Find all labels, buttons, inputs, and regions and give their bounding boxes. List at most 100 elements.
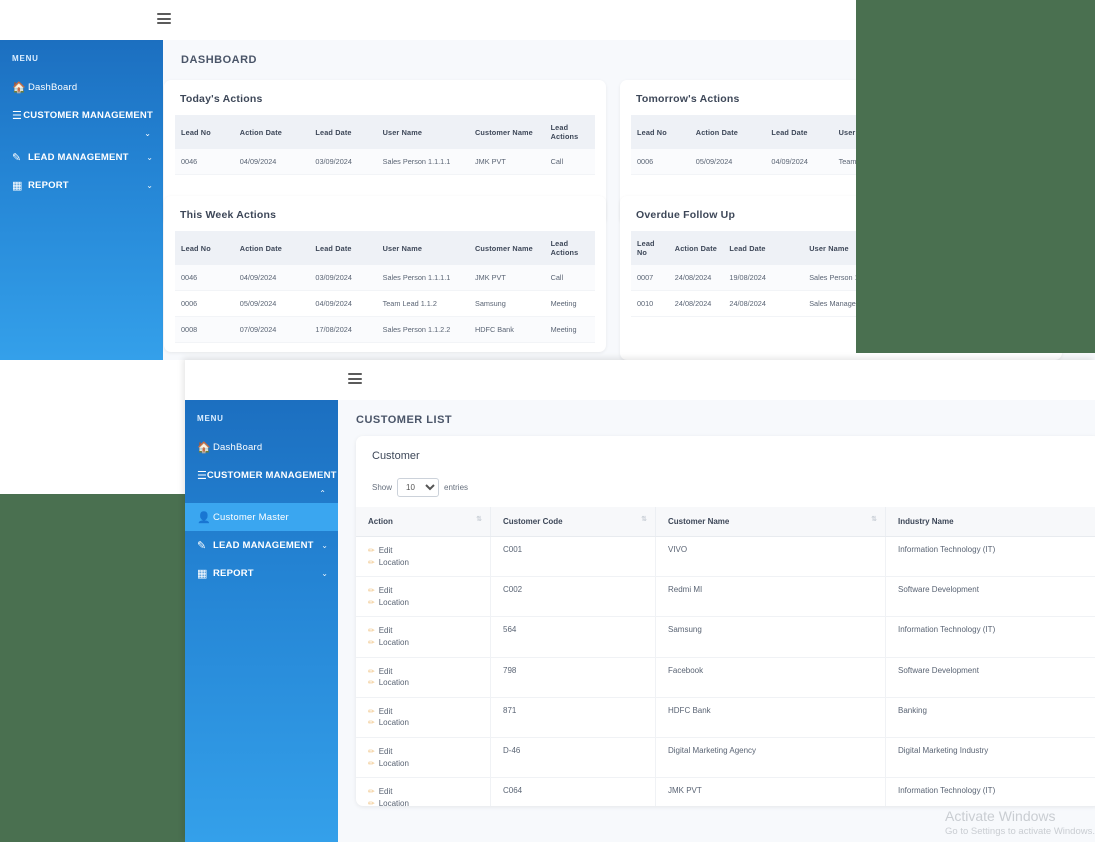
page-size-select[interactable]: 10 25 50 100 — [397, 478, 440, 497]
table-row: 0008 07/09/2024 17/08/2024 Sales Person … — [175, 316, 595, 343]
customer-table: Action ⇅ Customer Code ⇅ Customer Name ⇅ — [356, 507, 1095, 806]
cell-action: ✏ Edit ✏ Location — [356, 737, 491, 779]
cell-action-date: 24/08/2024 — [668, 290, 724, 317]
col-customer-code[interactable]: Customer Code ⇅ — [490, 507, 656, 537]
edit-pencil-icon: ✏ — [368, 746, 375, 756]
location-label: Location — [378, 758, 409, 768]
cell-lead-no: 0007 — [631, 265, 669, 291]
sidebar-menu-caption: MENU — [12, 54, 39, 63]
col-customer-name[interactable]: Customer Name ⇅ — [655, 507, 886, 537]
table-row: ✏ Edit ✏ Location C002 Redmi MI Software Devel… — [356, 576, 1095, 618]
chevron-down-icon: ⌄ — [146, 152, 153, 162]
col-action-date[interactable]: Action Date — [233, 231, 310, 265]
col-lead-date[interactable]: Lead Date — [723, 231, 804, 265]
location-pencil-icon: ✏ — [368, 637, 375, 647]
cell-lead-actions: Call — [544, 149, 595, 175]
card-this-week-actions: This Week Actions Lead No Action Date Le… — [164, 196, 606, 352]
col-lead-actions[interactable]: Lead Actions — [544, 231, 595, 265]
cell-industry-name: Information Technology (IT) — [885, 777, 1095, 806]
edit-square-icon: ✎ — [12, 151, 22, 164]
edit-action[interactable]: ✏ Edit — [368, 585, 478, 597]
sidebar-item-lead-management[interactable]: ✎ LEAD MANAGEMENT ⌄ — [0, 143, 163, 171]
location-pencil-icon: ✏ — [368, 758, 375, 768]
col-action[interactable]: Action ⇅ — [356, 507, 491, 537]
col-customer-name[interactable]: Customer Name — [468, 231, 545, 265]
edit-action[interactable]: ✏ Edit — [368, 545, 478, 557]
cell-action-date: 04/09/2024 — [233, 149, 310, 175]
sidebar-item-report[interactable]: ▦ REPORT ⌄ — [0, 171, 163, 199]
sort-icon[interactable]: ⇅ — [641, 516, 647, 523]
cell-customer-name: JMK PVT — [655, 777, 886, 806]
location-action[interactable]: ✏ Location — [368, 798, 478, 806]
edit-pencil-icon: ✏ — [368, 586, 375, 596]
edit-action[interactable]: ✏ Edit — [368, 746, 478, 758]
sidebar-item-dashboard[interactable]: 🏠 DashBoard — [185, 433, 338, 461]
cell-lead-actions: Meeting — [544, 290, 595, 317]
col-customer-name[interactable]: Customer Name — [468, 115, 545, 149]
sidebar-item-lead-management[interactable]: ✎ LEAD MANAGEMENT ⌄ — [185, 531, 338, 559]
card-title: Today's Actions — [180, 93, 263, 105]
location-action[interactable]: ✏ Location — [368, 557, 478, 569]
cell-action-date: 07/09/2024 — [233, 316, 310, 343]
hamburger-menu-icon[interactable] — [348, 373, 362, 384]
col-action-label: Action — [368, 517, 393, 526]
chevron-down-icon: ⌄ — [321, 568, 328, 578]
sidebar-customer-management-chevron-row[interactable]: ⌃ — [185, 489, 338, 503]
edit-action[interactable]: ✏ Edit — [368, 706, 478, 718]
col-lead-date[interactable]: Lead Date — [309, 115, 377, 149]
edit-action[interactable]: ✏ Edit — [368, 786, 478, 798]
col-lead-no[interactable]: Lead No — [175, 115, 234, 149]
location-pencil-icon: ✏ — [368, 597, 375, 607]
col-lead-date[interactable]: Lead Date — [765, 115, 833, 149]
location-action[interactable]: ✏ Location — [368, 758, 478, 770]
col-action-date[interactable]: Action Date — [668, 231, 724, 265]
location-label: Location — [378, 597, 409, 607]
col-lead-no[interactable]: Lead No — [631, 115, 690, 149]
col-lead-date[interactable]: Lead Date — [309, 231, 377, 265]
cell-industry-name: Information Technology (IT) — [885, 536, 1095, 578]
sidebar-item-dashboard[interactable]: 🏠 DashBoard — [0, 73, 163, 101]
sort-icon[interactable]: ⇅ — [871, 516, 877, 523]
sidebar-item-label: CUSTOMER MANAGEMENT — [23, 109, 153, 121]
col-lead-no[interactable]: Lead No — [175, 231, 234, 265]
sidebar-item-label: DashBoard — [213, 441, 263, 453]
col-customer-code-label: Customer Code — [503, 517, 563, 526]
entries-length-control: Show 10 25 50 100 entries — [356, 472, 1095, 507]
edit-action[interactable]: ✏ Edit — [368, 625, 478, 637]
sidebar-item-report[interactable]: ▦ REPORT ⌄ — [185, 559, 338, 587]
location-pencil-icon: ✏ — [368, 798, 375, 806]
desktop-background-right — [856, 0, 1095, 353]
watermark-subtitle: Go to Settings to activate Windows. — [945, 826, 1095, 837]
edit-action[interactable]: ✏ Edit — [368, 666, 478, 678]
cell-action-date: 05/09/2024 — [233, 290, 310, 317]
sidebar-item-customer-master[interactable]: 👤 Customer Master — [185, 503, 338, 531]
location-action[interactable]: ✏ Location — [368, 677, 478, 689]
col-action-date[interactable]: Action Date — [689, 115, 766, 149]
location-action[interactable]: ✏ Location — [368, 637, 478, 649]
table-header-row: Lead No Action Date Lead Date User Name … — [175, 115, 595, 149]
col-lead-actions[interactable]: Lead Actions — [544, 115, 595, 149]
page-title: CUSTOMER LIST — [356, 414, 453, 426]
cell-lead-no: 0046 — [175, 149, 234, 175]
watermark-title: Activate Windows — [945, 808, 1056, 824]
home-icon: 🏠 — [12, 81, 26, 94]
location-action[interactable]: ✏ Location — [368, 597, 478, 609]
cell-customer-name: Redmi MI — [655, 576, 886, 618]
cell-customer-name: JMK PVT — [468, 149, 545, 175]
cell-action: ✏ Edit ✏ Location — [356, 536, 491, 578]
sidebar-item-customer-management[interactable]: ☰ CUSTOMER MANAGEMENT — [185, 461, 338, 489]
hamburger-menu-icon[interactable] — [157, 13, 171, 24]
sidebar-item-customer-management[interactable]: ☰ CUSTOMER MANAGEMENT — [0, 101, 163, 129]
col-user-name[interactable]: User Name — [376, 231, 469, 265]
customer-sidebar: MENU 🏠 DashBoard ☰ CUSTOMER MANAGEMENT ⌃… — [185, 400, 338, 842]
col-lead-no[interactable]: Lead No — [631, 231, 669, 265]
location-label: Location — [378, 718, 409, 728]
location-action[interactable]: ✏ Location — [368, 717, 478, 729]
col-user-name[interactable]: User Name — [376, 115, 469, 149]
sidebar-customer-management-chevron-row[interactable]: ⌄ — [0, 129, 163, 143]
sort-icon[interactable]: ⇅ — [476, 516, 482, 523]
col-industry-name[interactable]: Industry Name ⇅ — [885, 507, 1095, 537]
cell-industry-name: Banking — [885, 697, 1095, 738]
cell-customer-name: VIVO — [655, 536, 886, 578]
col-action-date[interactable]: Action Date — [233, 115, 310, 149]
